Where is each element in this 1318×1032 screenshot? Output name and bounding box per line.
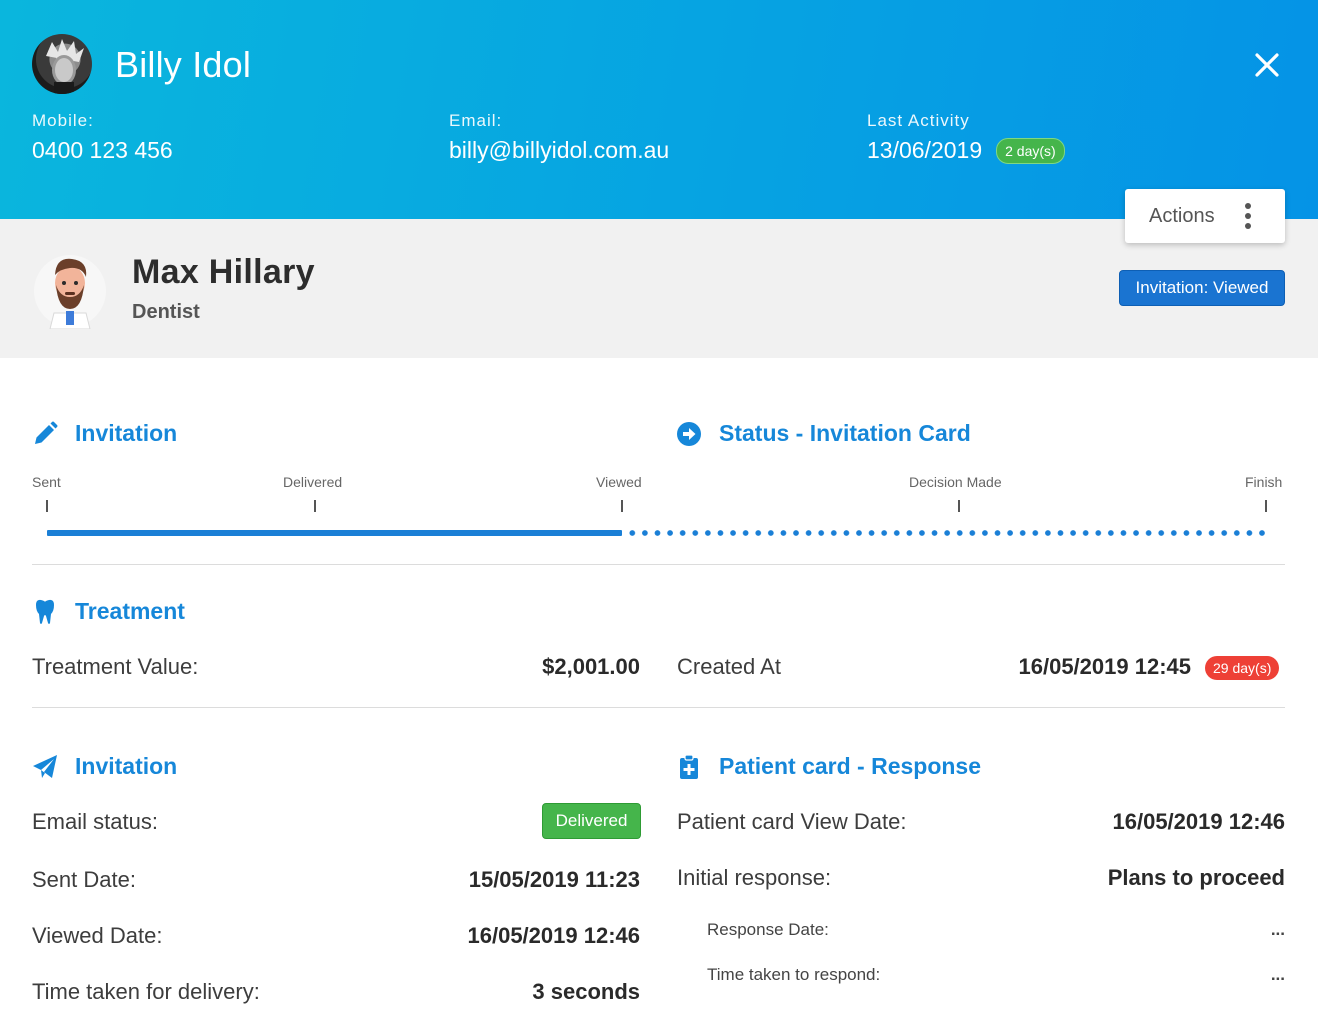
- delivery-time-label: Time taken for delivery:: [32, 979, 260, 1004]
- invitation-details-title: Invitation: [75, 753, 178, 779]
- time-to-respond-value: ...: [1270, 965, 1285, 984]
- initial-response-label: Initial response:: [677, 865, 832, 890]
- paper-plane-icon: [32, 754, 58, 780]
- email-status-label: Email status:: [32, 809, 158, 834]
- response-date-value: ...: [1270, 920, 1285, 939]
- patient-card-title: Patient card - Response: [719, 753, 982, 779]
- invitation-status-badge: Invitation: Viewed: [1119, 270, 1285, 306]
- step-tick: [958, 500, 960, 512]
- clipboard-plus-icon: [676, 753, 702, 780]
- sent-date-label: Sent Date:: [32, 867, 136, 892]
- close-button[interactable]: [1250, 48, 1284, 82]
- sent-date-value: 15/05/2019 11:23: [468, 867, 640, 892]
- invitation-timeline-heading: Invitation: [32, 420, 177, 447]
- card-view-date-value: 16/05/2019 12:46: [1112, 809, 1286, 834]
- arrow-circle-right-icon: [676, 421, 702, 447]
- email-status-badge: Delivered: [542, 803, 641, 839]
- viewed-date-label: Viewed Date:: [32, 923, 163, 948]
- step-tick: [621, 500, 623, 512]
- divider: [32, 564, 1285, 565]
- tooth-icon: [32, 599, 58, 625]
- email-value[interactable]: billy@billyidol.com.au: [449, 137, 669, 164]
- created-age-badge: 29 day(s): [1205, 656, 1280, 680]
- created-at-label: Created At: [677, 654, 781, 679]
- invitation-timeline-title: Invitation: [75, 420, 178, 446]
- step-finish-label: Finish: [1245, 474, 1283, 490]
- viewed-date-value: 16/05/2019 12:46: [467, 923, 641, 948]
- email-info: Email: billy@billyidol.com.au: [449, 111, 669, 164]
- treatment-heading: Treatment: [32, 598, 185, 625]
- last-activity-age-badge: 2 day(s): [996, 137, 1065, 164]
- treatment-value-label: Treatment Value:: [32, 654, 199, 679]
- step-sent-label: Sent: [32, 474, 61, 490]
- actions-label: Actions: [1149, 204, 1215, 227]
- patient-avatar: [32, 34, 92, 94]
- patient-name: Billy Idol: [115, 44, 252, 85]
- pencil-icon: [32, 421, 58, 447]
- initial-response-value: Plans to proceed: [1107, 865, 1285, 890]
- provider-avatar: [32, 249, 108, 330]
- last-activity-row: 13/06/2019 2 day(s): [867, 137, 1065, 164]
- mobile-value: 0400 123 456: [32, 137, 173, 163]
- patient-card-heading: Patient card - Response: [676, 753, 981, 780]
- provider-role: Dentist: [132, 301, 200, 323]
- status-card-title: Status - Invitation Card: [719, 420, 971, 446]
- last-activity-value: 13/06/2019: [867, 137, 983, 163]
- step-delivered-label: Delivered: [283, 474, 343, 490]
- card-view-date-label: Patient card View Date:: [677, 809, 907, 834]
- step-tick: [46, 500, 48, 512]
- last-activity-info: Last Activity 13/06/2019 2 day(s): [867, 111, 1065, 164]
- step-tick: [314, 500, 316, 512]
- progress-completed: [47, 530, 622, 536]
- divider: [32, 707, 1285, 708]
- close-icon: [1255, 53, 1279, 77]
- response-date-label: Response Date:: [707, 920, 829, 939]
- treatment-title: Treatment: [75, 598, 185, 624]
- progress-remaining: [626, 530, 1268, 536]
- mobile-info: Mobile: 0400 123 456: [32, 111, 173, 164]
- patient-header: Billy Idol Mobile: 0400 123 456 Email: b…: [0, 0, 1318, 219]
- more-vertical-icon: [1245, 203, 1251, 229]
- step-tick: [1265, 500, 1267, 512]
- step-decision-label: Decision Made: [909, 474, 1002, 490]
- status-card-heading: Status - Invitation Card: [676, 420, 971, 447]
- time-to-respond-label: Time taken to respond:: [707, 965, 881, 984]
- provider-name: Max Hillary: [132, 253, 315, 291]
- treatment-value: $2,001.00: [542, 654, 640, 679]
- created-at-value: 16/05/2019 12:45: [1018, 654, 1192, 679]
- email-label: Email:: [449, 111, 503, 130]
- delivery-time-value: 3 seconds: [532, 979, 640, 1004]
- actions-button[interactable]: Actions: [1125, 189, 1285, 243]
- mobile-label: Mobile:: [32, 111, 94, 130]
- step-viewed-label: Viewed: [596, 474, 642, 490]
- last-activity-label: Last Activity: [867, 111, 970, 130]
- invitation-details-heading: Invitation: [32, 753, 177, 780]
